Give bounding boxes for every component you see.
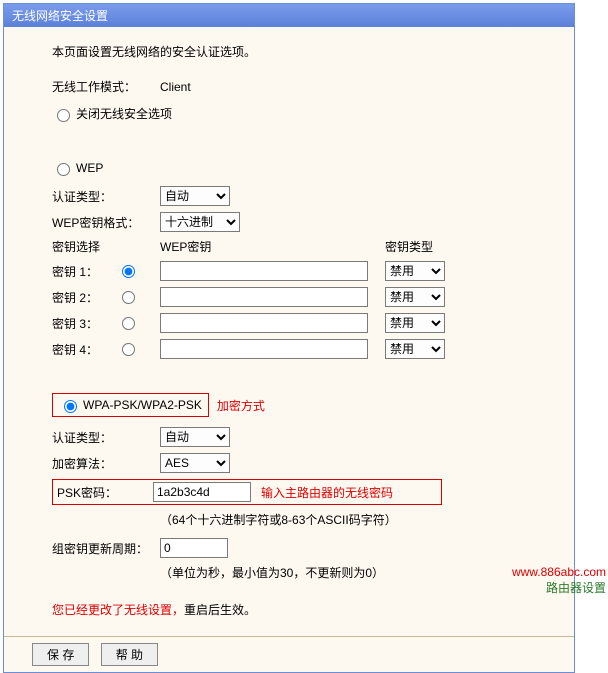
wpa-algo-label: 加密算法：	[52, 455, 160, 472]
key-3-type-select[interactable]: 禁用	[385, 313, 445, 333]
psk-hint: （64个十六进制字符或8-63个ASCII码字符）	[160, 511, 554, 528]
wpa-auth-select[interactable]: 自动	[160, 427, 230, 447]
key-4-type-select[interactable]: 禁用	[385, 339, 445, 359]
wpa-radio[interactable]	[64, 400, 77, 413]
wep-auth-select[interactable]: 自动	[160, 186, 230, 206]
wep-label: WEP	[76, 161, 103, 175]
help-button[interactable]: 帮 助	[101, 643, 158, 666]
restart-msg-1: 您已经更改了无线设置，	[52, 603, 184, 617]
settings-panel: 无线网络安全设置 本页面设置无线网络的安全认证选项。 无线工作模式： Clien…	[3, 3, 575, 673]
security-off-label: 关闭无线安全选项	[76, 105, 172, 122]
button-bar: 保 存 帮 助	[4, 636, 574, 672]
mode-row: 无线工作模式： Client	[52, 78, 554, 95]
psk-input[interactable]	[153, 482, 251, 502]
psk-label: PSK密码：	[57, 484, 153, 501]
watermark-label: 路由器设置	[512, 581, 606, 597]
mode-label: 无线工作模式：	[52, 78, 160, 95]
key-1-label: 密钥 1：	[52, 263, 117, 280]
psk-row: PSK密码： 输入主路由器的无线密码	[52, 479, 442, 505]
watermark-url: www.886abc.com	[512, 565, 606, 581]
save-button[interactable]: 保 存	[32, 643, 89, 666]
key-2-label: 密钥 2：	[52, 289, 117, 306]
watermark: www.886abc.com 路由器设置	[512, 565, 606, 596]
key-3-input[interactable]	[160, 313, 368, 333]
wep-key-table: 密钥选择 WEP密钥 密钥类型 密钥 1： 禁用 密钥 2： 禁用 密钥 3：	[52, 238, 554, 359]
wep-auth-label: 认证类型：	[52, 188, 160, 205]
wpa-option-row: WPA-PSK/WPA2-PSK 加密方式	[52, 393, 554, 417]
wep-key-header: 密钥选择 WEP密钥 密钥类型	[52, 238, 554, 255]
panel-title: 无线网络安全设置	[4, 4, 574, 27]
wpa-option-box: WPA-PSK/WPA2-PSK	[52, 393, 209, 417]
restart-msg-2: 重启后生效。	[184, 603, 256, 617]
key-1-radio[interactable]	[122, 265, 135, 278]
groupkey-label: 组密钥更新周期：	[52, 540, 160, 557]
wpa-auth-label: 认证类型：	[52, 429, 160, 446]
wep-keyfmt-label: WEP密钥格式：	[52, 214, 160, 231]
groupkey-hint: （单位为秒，最小值为30，不更新则为0）	[160, 564, 554, 581]
key-type-header: 密钥类型	[385, 238, 433, 255]
wep-auth-row: 认证类型： 自动	[52, 186, 554, 206]
key-4-label: 密钥 4：	[52, 341, 117, 358]
mode-value: Client	[160, 80, 191, 94]
key-1-type-select[interactable]: 禁用	[385, 261, 445, 281]
wpa-label: WPA-PSK/WPA2-PSK	[83, 398, 202, 412]
wpa-auth-row: 认证类型： 自动	[52, 427, 554, 447]
key-value-header: WEP密钥	[160, 238, 385, 255]
key-2-input[interactable]	[160, 287, 368, 307]
wpa-annotation: 加密方式	[217, 397, 265, 414]
key-4-input[interactable]	[160, 339, 368, 359]
restart-message: 您已经更改了无线设置，重启后生效。	[52, 601, 554, 618]
wep-key-row-2: 密钥 2： 禁用	[52, 287, 554, 307]
key-2-radio[interactable]	[122, 291, 135, 304]
groupkey-input[interactable]	[160, 538, 228, 558]
wep-keyfmt-select[interactable]: 十六进制	[160, 212, 240, 232]
panel-content: 本页面设置无线网络的安全认证选项。 无线工作模式： Client 关闭无线安全选…	[4, 27, 574, 636]
security-off-radio[interactable]	[57, 109, 70, 122]
psk-annotation: 输入主路由器的无线密码	[261, 484, 393, 501]
key-select-header: 密钥选择	[52, 238, 160, 255]
key-2-type-select[interactable]: 禁用	[385, 287, 445, 307]
intro-text: 本页面设置无线网络的安全认证选项。	[52, 43, 554, 60]
wpa-algo-select[interactable]: AES	[160, 453, 230, 473]
wep-key-row-1: 密钥 1： 禁用	[52, 261, 554, 281]
key-4-radio[interactable]	[122, 343, 135, 356]
key-3-label: 密钥 3：	[52, 315, 117, 332]
key-3-radio[interactable]	[122, 317, 135, 330]
wpa-algo-row: 加密算法： AES	[52, 453, 554, 473]
security-off-option: 关闭无线安全选项	[52, 105, 554, 122]
groupkey-row: 组密钥更新周期：	[52, 538, 554, 558]
wep-option: WEP	[52, 160, 554, 176]
wep-keyfmt-row: WEP密钥格式： 十六进制	[52, 212, 554, 232]
wep-key-row-4: 密钥 4： 禁用	[52, 339, 554, 359]
wep-key-row-3: 密钥 3： 禁用	[52, 313, 554, 333]
key-1-input[interactable]	[160, 261, 368, 281]
wep-radio[interactable]	[57, 163, 70, 176]
